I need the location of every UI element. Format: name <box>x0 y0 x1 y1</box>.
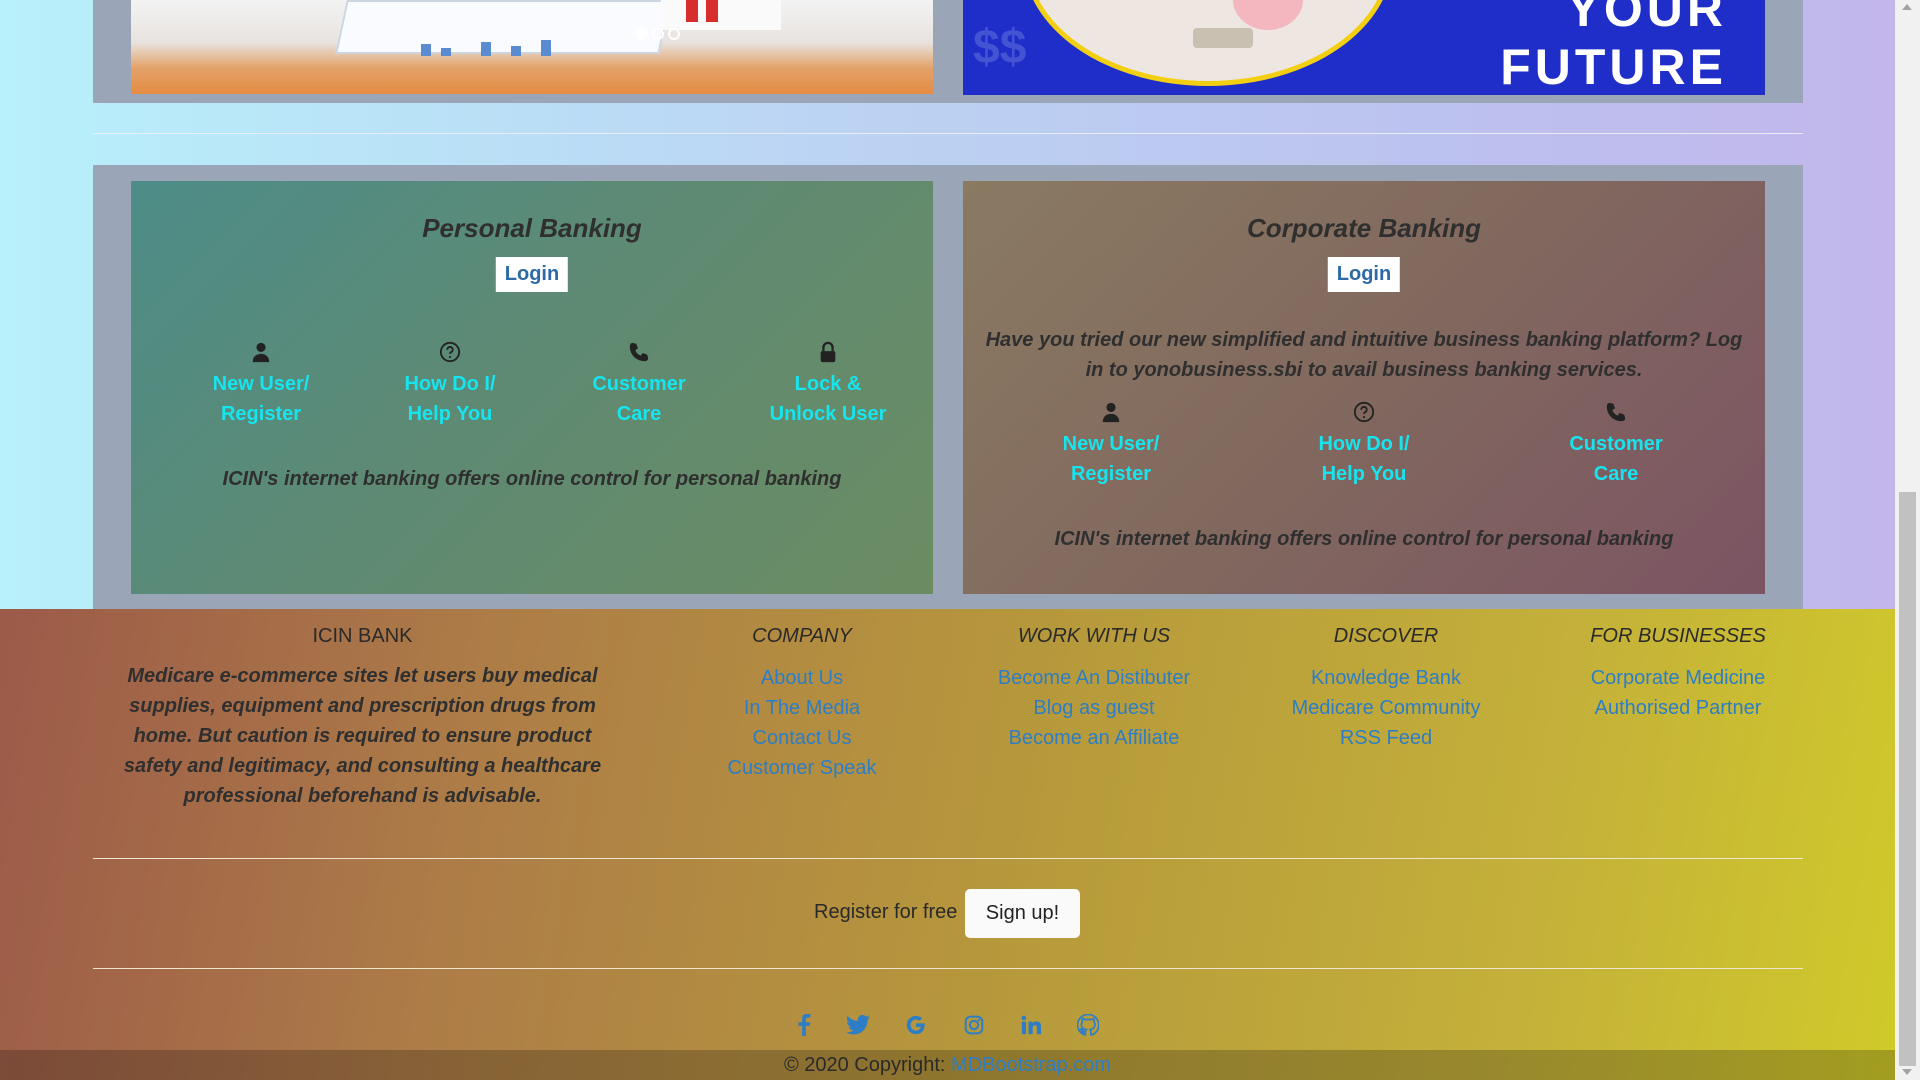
phone-icon <box>1606 402 1626 422</box>
footer-company-links: About Us In The Media Contact Us Custome… <box>682 663 922 783</box>
footer-link[interactable]: Knowledge Bank <box>1256 663 1516 693</box>
option-label-line1[interactable]: Customer <box>1546 429 1686 459</box>
footer-company-title: COMPANY <box>752 625 852 647</box>
footer: ICIN BANK Medicare e-commerce sites let … <box>0 609 1895 1080</box>
option-label-line1[interactable]: How Do I/ <box>380 369 520 399</box>
footer-businesses-title: FOR BUSINESSES <box>1590 625 1766 647</box>
corporate-option-help[interactable]: How Do I/ Help You <box>1294 401 1434 489</box>
question-icon <box>1353 401 1375 423</box>
personal-banking-title: Personal Banking <box>422 213 642 243</box>
footer-link[interactable]: Medicare Community <box>1256 693 1516 723</box>
footer-businesses-links: Corporate Medicine Authorised Partner <box>1548 663 1808 723</box>
instagram-icon[interactable] <box>962 1013 986 1037</box>
corporate-login-button[interactable]: Login <box>1327 257 1401 292</box>
corporate-banking-description: ICIN's internet banking offers online co… <box>1054 528 1674 550</box>
twitter-icon[interactable] <box>846 1013 870 1037</box>
footer-link[interactable]: Blog as guest <box>964 693 1224 723</box>
linkedin-icon[interactable] <box>1019 1013 1043 1037</box>
lock-icon <box>820 341 836 363</box>
corporate-banking-intro: Have you tried our new simplified and in… <box>985 329 1743 381</box>
footer-link[interactable]: Corporate Medicine <box>1548 663 1808 693</box>
personal-banking-card: Personal Banking Login New User/ Registe… <box>131 181 933 594</box>
copyright-text: © 2020 Copyright: <box>783 1054 946 1076</box>
footer-brand-title: ICIN BANK <box>312 625 413 647</box>
option-label-line1[interactable]: Lock & <box>758 369 898 399</box>
footer-discover-title: DISCOVER <box>1333 625 1439 647</box>
register-text: Register for free <box>814 901 958 923</box>
footer-about-text: Medicare e-commerce sites let users buy … <box>123 665 602 807</box>
personal-login-button[interactable]: Login <box>495 257 569 292</box>
banking-section: Personal Banking Login New User/ Registe… <box>93 165 1803 609</box>
banner-dollar-text: $$ <box>973 21 1027 74</box>
option-label-line1[interactable]: How Do I/ <box>1294 429 1434 459</box>
footer-work-links: Become An Distibuter Blog as guest Becom… <box>964 663 1224 753</box>
option-label-line2[interactable]: Unlock User <box>758 399 898 429</box>
carousel-indicators[interactable] <box>636 28 680 40</box>
divider <box>93 133 1803 134</box>
footer-divider <box>93 968 1803 969</box>
copyright-bar: © 2020 Copyright: MDBootstrap.com <box>0 1050 1895 1080</box>
banner-text: YOUR FUTURE <box>1500 0 1727 95</box>
carousel-dot[interactable] <box>668 28 680 40</box>
phone-icon <box>629 342 649 362</box>
corporate-banking-title: Corporate Banking <box>1246 213 1482 243</box>
scroll-down-arrow-icon[interactable] <box>1902 1069 1912 1075</box>
personal-option-help[interactable]: How Do I/ Help You <box>380 341 520 429</box>
footer-link[interactable]: Contact Us <box>682 723 922 753</box>
footer-divider <box>93 858 1803 859</box>
option-label-line2[interactable]: Care <box>1546 459 1686 489</box>
option-label-line1[interactable]: New User/ <box>1041 429 1181 459</box>
option-label-line2[interactable]: Help You <box>380 399 520 429</box>
google-icon[interactable] <box>904 1013 928 1037</box>
footer-link[interactable]: RSS Feed <box>1256 723 1516 753</box>
carousel-dot[interactable] <box>636 28 648 40</box>
carousel-container: $$ YOUR FUTURE <box>93 0 1803 103</box>
footer-link[interactable]: Become an Affiliate <box>964 723 1224 753</box>
option-label-line1[interactable]: New User/ <box>191 369 331 399</box>
option-label-line2[interactable]: Care <box>569 399 709 429</box>
footer-discover-links: Knowledge Bank Medicare Community RSS Fe… <box>1256 663 1516 753</box>
corporate-option-customer-care[interactable]: Customer Care <box>1546 401 1686 489</box>
corporate-banking-card: Corporate Banking Login Have you tried o… <box>963 181 1765 594</box>
copyright-link[interactable]: MDBootstrap.com <box>951 1054 1111 1076</box>
personal-banking-description: ICIN's internet banking offers online co… <box>222 468 842 490</box>
personal-option-lock-unlock[interactable]: Lock & Unlock User <box>758 341 898 429</box>
question-icon <box>439 341 461 363</box>
footer-link[interactable]: Customer Speak <box>682 753 922 783</box>
footer-link[interactable]: Become An Distibuter <box>964 663 1224 693</box>
footer-link[interactable]: In The Media <box>682 693 922 723</box>
footer-link[interactable]: About Us <box>682 663 922 693</box>
carousel-dot[interactable] <box>652 28 664 40</box>
vertical-scrollbar[interactable] <box>1895 0 1920 1080</box>
carousel-image-right: $$ YOUR FUTURE <box>963 0 1765 95</box>
option-label-line2[interactable]: Register <box>1041 459 1181 489</box>
github-icon[interactable] <box>1076 1013 1100 1037</box>
signup-button[interactable]: Sign up! <box>965 889 1080 938</box>
footer-work-title: WORK WITH US <box>1017 625 1171 647</box>
option-label-line2[interactable]: Help You <box>1294 459 1434 489</box>
user-icon <box>252 342 270 363</box>
personal-option-register[interactable]: New User/ Register <box>191 341 331 429</box>
personal-option-customer-care[interactable]: Customer Care <box>569 341 709 429</box>
scrollbar-thumb[interactable] <box>1899 492 1916 1066</box>
option-label-line1[interactable]: Customer <box>569 369 709 399</box>
footer-link[interactable]: Authorised Partner <box>1548 693 1808 723</box>
carousel-image-left <box>131 0 933 94</box>
corporate-option-register[interactable]: New User/ Register <box>1041 401 1181 489</box>
user-icon <box>1102 402 1120 423</box>
option-label-line2[interactable]: Register <box>191 399 331 429</box>
scroll-up-arrow-icon[interactable] <box>1902 4 1912 10</box>
facebook-icon[interactable] <box>792 1013 816 1037</box>
